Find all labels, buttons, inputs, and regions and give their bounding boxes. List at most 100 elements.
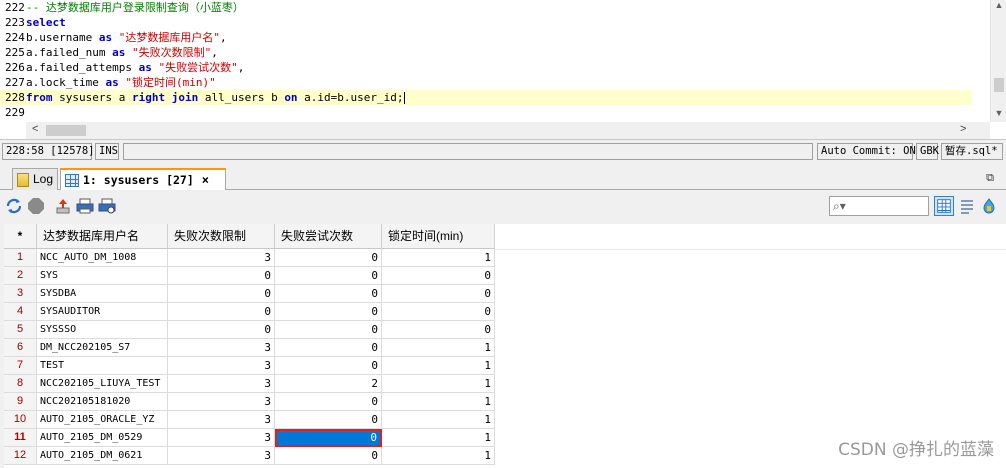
sql-editor[interactable]: 222-- 达梦数据库用户登录限制查询（小蓝枣） 223select 224b.us… [0,0,1006,140]
code-line[interactable]: 227a.lock_time as "锁定时间(min)" [0,75,972,90]
table-cell[interactable]: 1 [382,393,495,411]
table-cell[interactable]: 1 [382,249,495,267]
table-cell[interactable]: 3 [168,429,275,447]
table-cell[interactable]: 0 [275,393,382,411]
code-line[interactable]: 229 [0,105,972,120]
code-line[interactable]: 225a.failed_num as "失败次数限制", [0,45,972,60]
table-cell[interactable]: 0 [382,321,495,339]
table-cell[interactable]: 0 [275,267,382,285]
table-cell[interactable]: 0 [168,303,275,321]
table-cell[interactable]: 3 [168,411,275,429]
table-cell[interactable]: 1 [382,339,495,357]
table-cell[interactable]: NCC_AUTO_DM_1008 [37,249,168,267]
table-cell[interactable]: NCC202105_LIUYA_TEST [37,375,168,393]
table-cell[interactable]: AUTO_2105_DM_0529 [37,429,168,447]
print-preview-icon[interactable] [98,197,116,215]
scroll-up-icon[interactable]: ▲ [991,0,1006,10]
table-cell[interactable]: 0 [382,267,495,285]
table-cell[interactable]: 0 [382,303,495,321]
row-number[interactable]: 4 [4,303,37,321]
table-cell[interactable]: 3 [168,357,275,375]
grid-search-input[interactable] [852,198,926,214]
table-cell[interactable]: 3 [168,249,275,267]
table-cell[interactable]: SYSAUDITOR [37,303,168,321]
column-header[interactable]: 失败尝试次数 [275,224,382,249]
scroll-right-icon[interactable]: > [960,123,966,135]
table-cell[interactable]: AUTO_2105_ORACLE_YZ [37,411,168,429]
table-cell[interactable]: 3 [168,339,275,357]
encoding-indicator[interactable]: GBK [916,143,939,160]
scroll-left-icon[interactable]: < [32,123,38,135]
auto-commit-indicator[interactable]: Auto Commit: ON [817,143,916,160]
code-line[interactable]: 226a.failed_attemps as "失败尝试次数", [0,60,972,75]
code-line[interactable]: 223select [0,15,972,30]
code-line[interactable]: 222-- 达梦数据库用户登录限制查询（小蓝枣） [0,0,972,15]
table-cell[interactable]: 0 [168,321,275,339]
text-view-icon[interactable] [979,196,999,216]
row-number[interactable]: 9 [4,393,37,411]
table-cell[interactable]: NCC202105181020 [37,393,168,411]
row-number[interactable]: 8 [4,375,37,393]
table-cell[interactable]: 1 [382,357,495,375]
table-cell[interactable]: 0 [275,285,382,303]
column-header[interactable]: 锁定时间(min) [382,224,495,249]
close-icon[interactable]: × [202,173,209,187]
row-number[interactable]: 10 [4,411,37,429]
table-cell[interactable]: 0 [275,357,382,375]
scroll-down-icon[interactable]: ▼ [991,108,1006,118]
table-cell[interactable]: 0 [275,249,382,267]
code-line[interactable]: 228from sysusers a right join all_users … [0,90,972,105]
table-cell[interactable]: AUTO_2105_DM_0621 [37,447,168,465]
table-cell[interactable]: 0 [168,285,275,303]
table-cell[interactable]: 2 [275,375,382,393]
row-number[interactable]: 3 [4,285,37,303]
code-area[interactable]: 222-- 达梦数据库用户登录限制查询（小蓝枣） 223select 224b.us… [0,0,972,122]
table-cell[interactable]: TEST [37,357,168,375]
code-line[interactable]: 224b.username as "达梦数据库用户名", [0,30,972,45]
grid-search-field[interactable]: ⌕▾ [829,196,929,216]
print-icon[interactable] [76,197,94,215]
table-cell[interactable]: 1 [382,429,495,447]
table-cell[interactable]: 0 [275,411,382,429]
grid-view-icon[interactable] [934,196,954,216]
table-cell[interactable]: 3 [168,393,275,411]
table-cell[interactable]: 0 [275,339,382,357]
table-cell[interactable]: 1 [382,411,495,429]
editor-horizontal-scrollbar[interactable]: < > [26,122,990,139]
column-header[interactable]: 达梦数据库用户名 [37,224,168,249]
table-cell[interactable]: 3 [168,447,275,465]
table-cell[interactable]: DM_NCC202105_S7 [37,339,168,357]
table-cell[interactable]: 0 [275,321,382,339]
tab-log[interactable]: Log [12,168,58,190]
table-cell[interactable]: 0 [382,285,495,303]
table-cell[interactable]: SYSSSO [37,321,168,339]
table-cell[interactable]: 0 [168,267,275,285]
row-number[interactable]: 2 [4,267,37,285]
table-cell[interactable]: SYS [37,267,168,285]
select-all-header[interactable]: * [4,224,37,249]
column-header[interactable]: 失败次数限制 [168,224,275,249]
horizontal-scroll-thumb[interactable] [46,125,86,136]
table-cell[interactable]: 0 [275,429,382,447]
restore-panel-icon[interactable]: ⧉ [986,172,994,185]
table-cell[interactable]: 0 [275,303,382,321]
row-number[interactable]: 5 [4,321,37,339]
table-cell[interactable]: 0 [275,447,382,465]
refresh-icon[interactable] [5,197,23,215]
table-cell[interactable]: 3 [168,375,275,393]
editor-vertical-scrollbar[interactable]: ▲ ▼ [990,0,1006,122]
row-number[interactable]: 11 [4,429,37,447]
row-number[interactable]: 7 [4,357,37,375]
table-cell[interactable]: 1 [382,447,495,465]
export-icon[interactable] [54,197,72,215]
table-cell[interactable]: SYSDBA [37,285,168,303]
form-view-icon[interactable] [957,196,977,216]
row-number[interactable]: 12 [4,447,37,465]
tab-result-sysusers[interactable]: 1: sysusers [27] × [60,168,226,191]
row-number[interactable]: 1 [4,249,37,267]
vertical-scroll-thumb[interactable] [994,78,1004,92]
table-cell[interactable]: 1 [382,375,495,393]
row-number[interactable]: 6 [4,339,37,357]
stop-icon[interactable] [27,197,45,215]
result-grid[interactable]: * 达梦数据库用户名 失败次数限制 失败尝试次数 锁定时间(min) 1 NCC_AUTO… [4,224,1006,468]
